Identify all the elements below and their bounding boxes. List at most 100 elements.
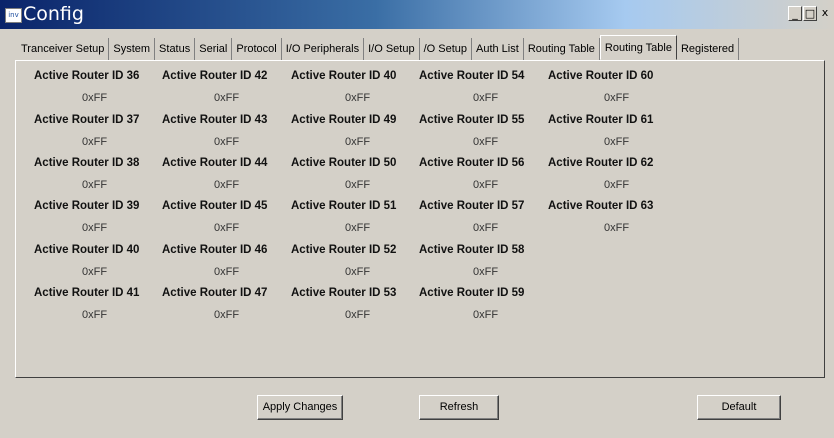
router-entry: Active Router ID 45 0xFF bbox=[162, 200, 290, 244]
router-entry: Active Router ID 39 0xFF bbox=[34, 200, 162, 244]
tab-protocol[interactable]: Protocol bbox=[232, 38, 282, 60]
router-id-label: Active Router ID 47 bbox=[162, 287, 268, 299]
tab-strip: Tranceiver Setup System Status Serial Protoc… bbox=[17, 35, 740, 60]
router-id-value: 0xFF bbox=[82, 222, 108, 234]
router-id-value: 0xFF bbox=[82, 179, 108, 191]
router-entry: Active Router ID 51 0xFF bbox=[291, 200, 419, 244]
router-entry: Active Router ID 47 0xFF bbox=[162, 287, 290, 331]
router-id-value: 0xFF bbox=[214, 92, 240, 104]
router-id-value: 0xFF bbox=[473, 179, 499, 191]
router-id-value: 0xFF bbox=[604, 179, 630, 191]
router-entry: Active Router ID 38 0xFF bbox=[34, 157, 162, 201]
config-window: inv Config _ □ x Tranceiver Setup System S… bbox=[0, 0, 834, 438]
router-id-label: Active Router ID 53 bbox=[291, 287, 397, 299]
router-id-value: 0xFF bbox=[345, 179, 371, 191]
router-entry: Active Router ID 41 0xFF bbox=[34, 287, 162, 331]
router-id-label: Active Router ID 45 bbox=[162, 200, 268, 212]
router-id-label: Active Router ID 46 bbox=[162, 244, 268, 256]
router-id-value: 0xFF bbox=[473, 222, 499, 234]
router-id-value: 0xFF bbox=[473, 266, 499, 278]
apply-changes-button[interactable]: Apply Changes bbox=[257, 395, 343, 420]
router-id-label: Active Router ID 41 bbox=[34, 287, 140, 299]
router-id-value: 0xFF bbox=[82, 136, 108, 148]
refresh-button[interactable]: Refresh bbox=[419, 395, 499, 420]
router-id-label: Active Router ID 60 bbox=[548, 70, 654, 82]
router-entry: Active Router ID 44 0xFF bbox=[162, 157, 290, 201]
tab-i-o-setup[interactable]: I/O Setup bbox=[364, 38, 420, 60]
tab-tranceiver-setup[interactable]: Tranceiver Setup bbox=[17, 38, 110, 60]
router-entry: Active Router ID 46 0xFF bbox=[162, 244, 290, 288]
router-entry: Active Router ID 59 0xFF bbox=[419, 287, 547, 331]
minimize-button[interactable]: _ bbox=[788, 6, 802, 21]
title-bar[interactable]: inv Config _ □ x bbox=[0, 0, 834, 29]
router-id-value: 0xFF bbox=[345, 136, 371, 148]
router-id-value: 0xFF bbox=[604, 222, 630, 234]
router-entry: Active Router ID 60 0xFF bbox=[548, 70, 676, 114]
router-id-value: 0xFF bbox=[473, 92, 499, 104]
window-title: Config bbox=[23, 3, 84, 25]
tab-i-o-peripherals[interactable]: I/O Peripherals bbox=[282, 38, 365, 60]
router-id-value: 0xFF bbox=[214, 136, 240, 148]
router-id-label: Active Router ID 55 bbox=[419, 114, 525, 126]
tab-routing-table[interactable]: Routing Table bbox=[524, 38, 600, 60]
default-button[interactable]: Default bbox=[697, 395, 781, 420]
router-id-label: Active Router ID 57 bbox=[419, 200, 525, 212]
router-id-label: Active Router ID 59 bbox=[419, 287, 525, 299]
router-entry: Active Router ID 52 0xFF bbox=[291, 244, 419, 288]
router-id-label: Active Router ID 40 bbox=[291, 70, 397, 82]
tab-registered[interactable]: Registered bbox=[677, 38, 740, 60]
router-id-value: 0xFF bbox=[214, 222, 240, 234]
router-id-label: Active Router ID 37 bbox=[34, 114, 140, 126]
router-id-value: 0xFF bbox=[214, 309, 240, 321]
router-id-value: 0xFF bbox=[82, 92, 108, 104]
router-id-label: Active Router ID 44 bbox=[162, 157, 268, 169]
router-id-label: Active Router ID 63 bbox=[548, 200, 654, 212]
maximize-button[interactable]: □ bbox=[803, 6, 817, 21]
router-id-label: Active Router ID 39 bbox=[34, 200, 140, 212]
tab-system[interactable]: System bbox=[109, 38, 156, 60]
router-entry: Active Router ID 50 0xFF bbox=[291, 157, 419, 201]
router-id-label: Active Router ID 61 bbox=[548, 114, 654, 126]
router-entry: Active Router ID 61 0xFF bbox=[548, 114, 676, 158]
router-id-value: 0xFF bbox=[345, 222, 371, 234]
tab-serial[interactable]: Serial bbox=[195, 38, 233, 60]
router-id-label: Active Router ID 38 bbox=[34, 157, 140, 169]
router-id-value: 0xFF bbox=[82, 266, 108, 278]
router-id-value: 0xFF bbox=[345, 266, 371, 278]
router-id-value: 0xFF bbox=[345, 309, 371, 321]
router-id-label: Active Router ID 56 bbox=[419, 157, 525, 169]
router-entry: Active Router ID 62 0xFF bbox=[548, 157, 676, 201]
router-id-value: 0xFF bbox=[604, 136, 630, 148]
router-entry: Active Router ID 53 0xFF bbox=[291, 287, 419, 331]
router-id-label: Active Router ID 54 bbox=[419, 70, 525, 82]
routing-table-panel: Active Router ID 36 0xFF Active Router ID … bbox=[15, 60, 825, 378]
router-id-label: Active Router ID 51 bbox=[291, 200, 397, 212]
router-id-label: Active Router ID 36 bbox=[34, 70, 140, 82]
router-id-label: Active Router ID 49 bbox=[291, 114, 397, 126]
close-button[interactable]: x bbox=[818, 6, 832, 21]
router-entry: Active Router ID 43 0xFF bbox=[162, 114, 290, 158]
tab-status[interactable]: Status bbox=[155, 38, 196, 60]
router-id-value: 0xFF bbox=[345, 92, 371, 104]
tab-o-setup[interactable]: /O Setup bbox=[420, 38, 472, 60]
router-id-label: Active Router ID 50 bbox=[291, 157, 397, 169]
tab-auth-list[interactable]: Auth List bbox=[472, 38, 524, 60]
router-id-value: 0xFF bbox=[214, 179, 240, 191]
router-id-label: Active Router ID 43 bbox=[162, 114, 268, 126]
router-id-value: 0xFF bbox=[604, 92, 630, 104]
router-entry: Active Router ID 42 0xFF bbox=[162, 70, 290, 114]
router-entry: Active Router ID 54 0xFF bbox=[419, 70, 547, 114]
router-id-value: 0xFF bbox=[473, 309, 499, 321]
router-entry: Active Router ID 58 0xFF bbox=[419, 244, 547, 288]
router-entry: Active Router ID 36 0xFF bbox=[34, 70, 162, 114]
router-id-label: Active Router ID 42 bbox=[162, 70, 268, 82]
app-icon: inv bbox=[5, 8, 22, 23]
router-id-label: Active Router ID 58 bbox=[419, 244, 525, 256]
tab-routing-table[interactable]: Routing Table bbox=[599, 35, 677, 60]
router-id-label: Active Router ID 62 bbox=[548, 157, 654, 169]
router-id-value: 0xFF bbox=[214, 266, 240, 278]
router-entry: Active Router ID 57 0xFF bbox=[419, 200, 547, 244]
router-id-value: 0xFF bbox=[82, 309, 108, 321]
router-entry: Active Router ID 56 0xFF bbox=[419, 157, 547, 201]
router-entry: Active Router ID 55 0xFF bbox=[419, 114, 547, 158]
